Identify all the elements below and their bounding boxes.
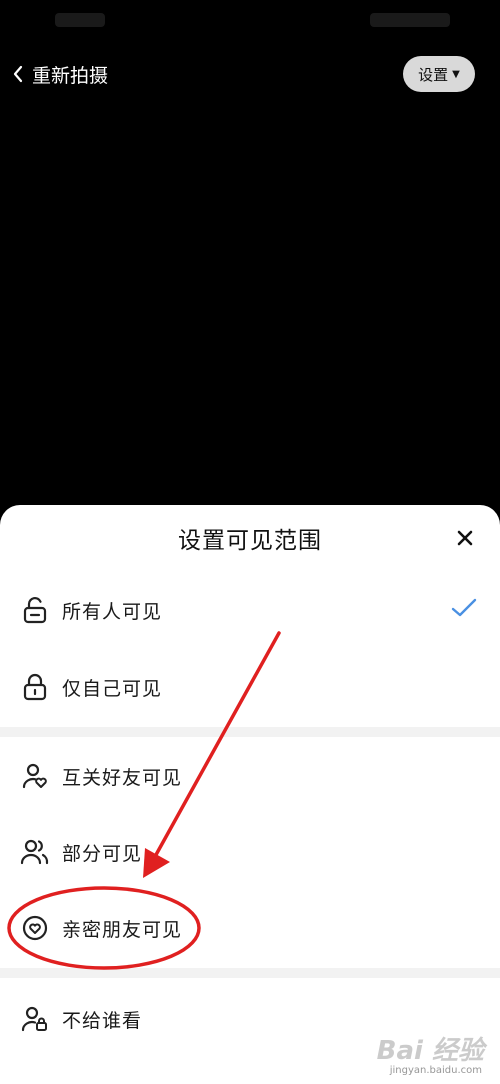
settings-label: 设置: [418, 65, 449, 84]
chevron-left-icon: [13, 65, 23, 83]
back-button[interactable]: 重新拍摄: [12, 58, 108, 90]
visibility-sheet: 设置可见范围 所有人可见 仅自己可见 互关好友可见 部分可见 亲密朋友可见 不给…: [0, 505, 500, 1084]
heart-circle-icon: [20, 913, 50, 943]
user-lock-icon: [20, 1004, 50, 1034]
option-only-me-label: 仅自己可见: [62, 677, 163, 700]
option-hide-from-label: 不给谁看: [62, 1009, 143, 1032]
option-close-friends-label: 亲密朋友可见: [62, 918, 183, 941]
section-divider: [0, 727, 500, 737]
option-everyone[interactable]: 所有人可见: [0, 575, 500, 645]
watermark-logo: Bai 经验: [376, 1036, 484, 1066]
watermark: Bai 经验 jingyan.baidu.com: [354, 1018, 494, 1078]
status-icons-blurred: [370, 13, 450, 27]
watermark-url: jingyan.baidu.com: [389, 1065, 482, 1076]
option-mutual-friends-label: 互关好友可见: [62, 766, 183, 789]
check-icon: [451, 598, 477, 617]
lock-icon: [20, 672, 50, 702]
back-button-label: 重新拍摄: [32, 64, 109, 87]
option-close-friends[interactable]: 亲密朋友可见: [0, 893, 500, 963]
caret-down-icon: ▼: [452, 68, 460, 80]
close-icon[interactable]: [454, 527, 476, 549]
sheet-title: 设置可见范围: [178, 528, 322, 554]
status-bar: [0, 0, 500, 40]
status-time-blurred: [55, 13, 105, 27]
users-icon: [20, 837, 50, 867]
settings-dropdown-button[interactable]: 设置 ▼: [403, 56, 475, 92]
option-everyone-label: 所有人可见: [62, 600, 163, 623]
section-divider: [0, 968, 500, 978]
option-partial[interactable]: 部分可见: [0, 817, 500, 887]
top-bar: 重新拍摄 设置 ▼: [0, 52, 500, 96]
option-partial-label: 部分可见: [62, 842, 143, 865]
option-mutual-friends[interactable]: 互关好友可见: [0, 741, 500, 811]
option-only-me[interactable]: 仅自己可见: [0, 652, 500, 722]
unlock-icon: [20, 595, 50, 625]
user-heart-icon: [20, 761, 50, 791]
